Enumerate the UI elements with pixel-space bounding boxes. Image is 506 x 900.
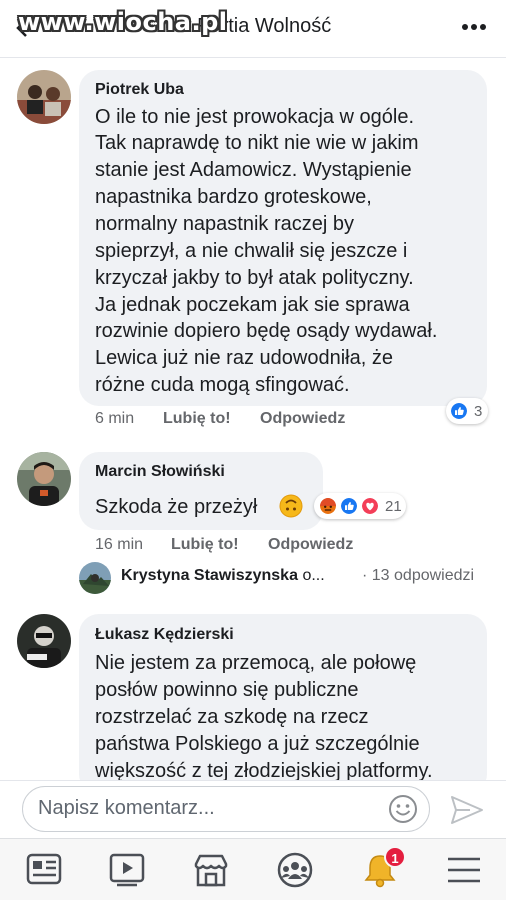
- groups-icon[interactable]: [275, 852, 315, 888]
- notifications-badge: 1: [384, 846, 406, 868]
- reaction-count: 21: [385, 498, 402, 515]
- comment-author[interactable]: Łukasz Kędzierski: [95, 626, 234, 644]
- comment-line: Tak naprawdę to nikt nie wie w jakim: [95, 132, 419, 154]
- like-label: Lubię to!: [163, 410, 231, 427]
- reply-label: Odpowiedz: [268, 536, 354, 553]
- comment-line: normalny napastnik raczej by: [95, 213, 355, 235]
- like-reaction-icon: [339, 496, 359, 516]
- like-button[interactable]: Lubię to!: [163, 410, 231, 428]
- reply-preview[interactable]: Krystyna Stawiszynska o...: [121, 567, 325, 585]
- reply-label: Odpowiedz: [260, 410, 346, 427]
- comment-text: Szkoda że przeżył: [95, 496, 258, 518]
- comment-line: spieprzył, a nie chwalił się jeszcze i: [95, 240, 408, 262]
- like-button[interactable]: Lubię to!: [171, 536, 239, 554]
- comment-line: krzyczał jakby to był atak polityczny.: [95, 267, 414, 289]
- reply-author: Krystyna Stawiszynska: [121, 567, 298, 584]
- watermark: www.wiocha.pl: [18, 8, 228, 36]
- avatar[interactable]: [17, 452, 71, 506]
- comment-time: 6 min: [95, 410, 135, 427]
- news-feed-icon[interactable]: [24, 852, 64, 888]
- upside-down-face-icon: [279, 494, 303, 518]
- send-icon[interactable]: [450, 795, 484, 825]
- menu-hamburger-icon[interactable]: [444, 852, 484, 888]
- avatar[interactable]: [17, 70, 71, 124]
- like-reaction-icon: [449, 401, 469, 421]
- comment-input-placeholder: Napisz komentarz...: [38, 797, 215, 819]
- marketplace-icon[interactable]: [191, 852, 231, 888]
- watch-icon[interactable]: [107, 852, 147, 888]
- comment-line: rozstrzelać za szkodę na rzecz: [95, 706, 369, 728]
- comment-time: 16 min: [95, 536, 144, 553]
- angry-reaction-icon: [318, 496, 338, 516]
- avatar-photo-icon: [79, 562, 111, 594]
- like-label: Lubię to!: [171, 536, 239, 553]
- reply-avatar[interactable]: [79, 562, 111, 594]
- comment-author[interactable]: Marcin Słowiński: [95, 463, 225, 481]
- emoji-icon[interactable]: [388, 794, 418, 824]
- reaction-count: 3: [474, 403, 483, 420]
- comment-line: stanie jest Adamowicz. Wystąpienie: [95, 159, 412, 181]
- reply-button[interactable]: Odpowiedz: [268, 536, 353, 554]
- avatar-photo-icon: [17, 614, 71, 668]
- bottom-tab-bar: [0, 838, 506, 900]
- more-options-icon[interactable]: [462, 24, 486, 32]
- comment-line: O ile to nie jest prowokacja w ogóle.: [95, 106, 415, 128]
- avatar-photo-icon: [17, 452, 71, 506]
- comment-line: posłów powinno się publiczne: [95, 679, 359, 701]
- comment-line: Lewica już nie raz udowodniła, że: [95, 347, 393, 369]
- avatar[interactable]: [17, 614, 71, 668]
- comment-line: różne cuda mogą sfingować.: [95, 374, 350, 396]
- comment-line: napastnika bardzo groteskowe,: [95, 186, 372, 208]
- comment-line: Ja jednak poczekam jak sie sprawa: [95, 294, 410, 316]
- avatar-photo-icon: [17, 70, 71, 124]
- comment-line: rozwinie dopiero będę osądy wydawał.: [95, 320, 438, 342]
- reply-button[interactable]: Odpowiedz: [260, 410, 345, 428]
- comment-line: państwa Polskiego a już szczególnie: [95, 733, 420, 755]
- reply-snippet: o...: [302, 567, 325, 584]
- comment-author[interactable]: Piotrek Uba: [95, 81, 184, 99]
- comment-line: Nie jestem za przemocą, ale połowę: [95, 652, 417, 674]
- reply-count[interactable]: · 13 odpowiedzi: [362, 567, 474, 585]
- love-reaction-icon: [360, 496, 380, 516]
